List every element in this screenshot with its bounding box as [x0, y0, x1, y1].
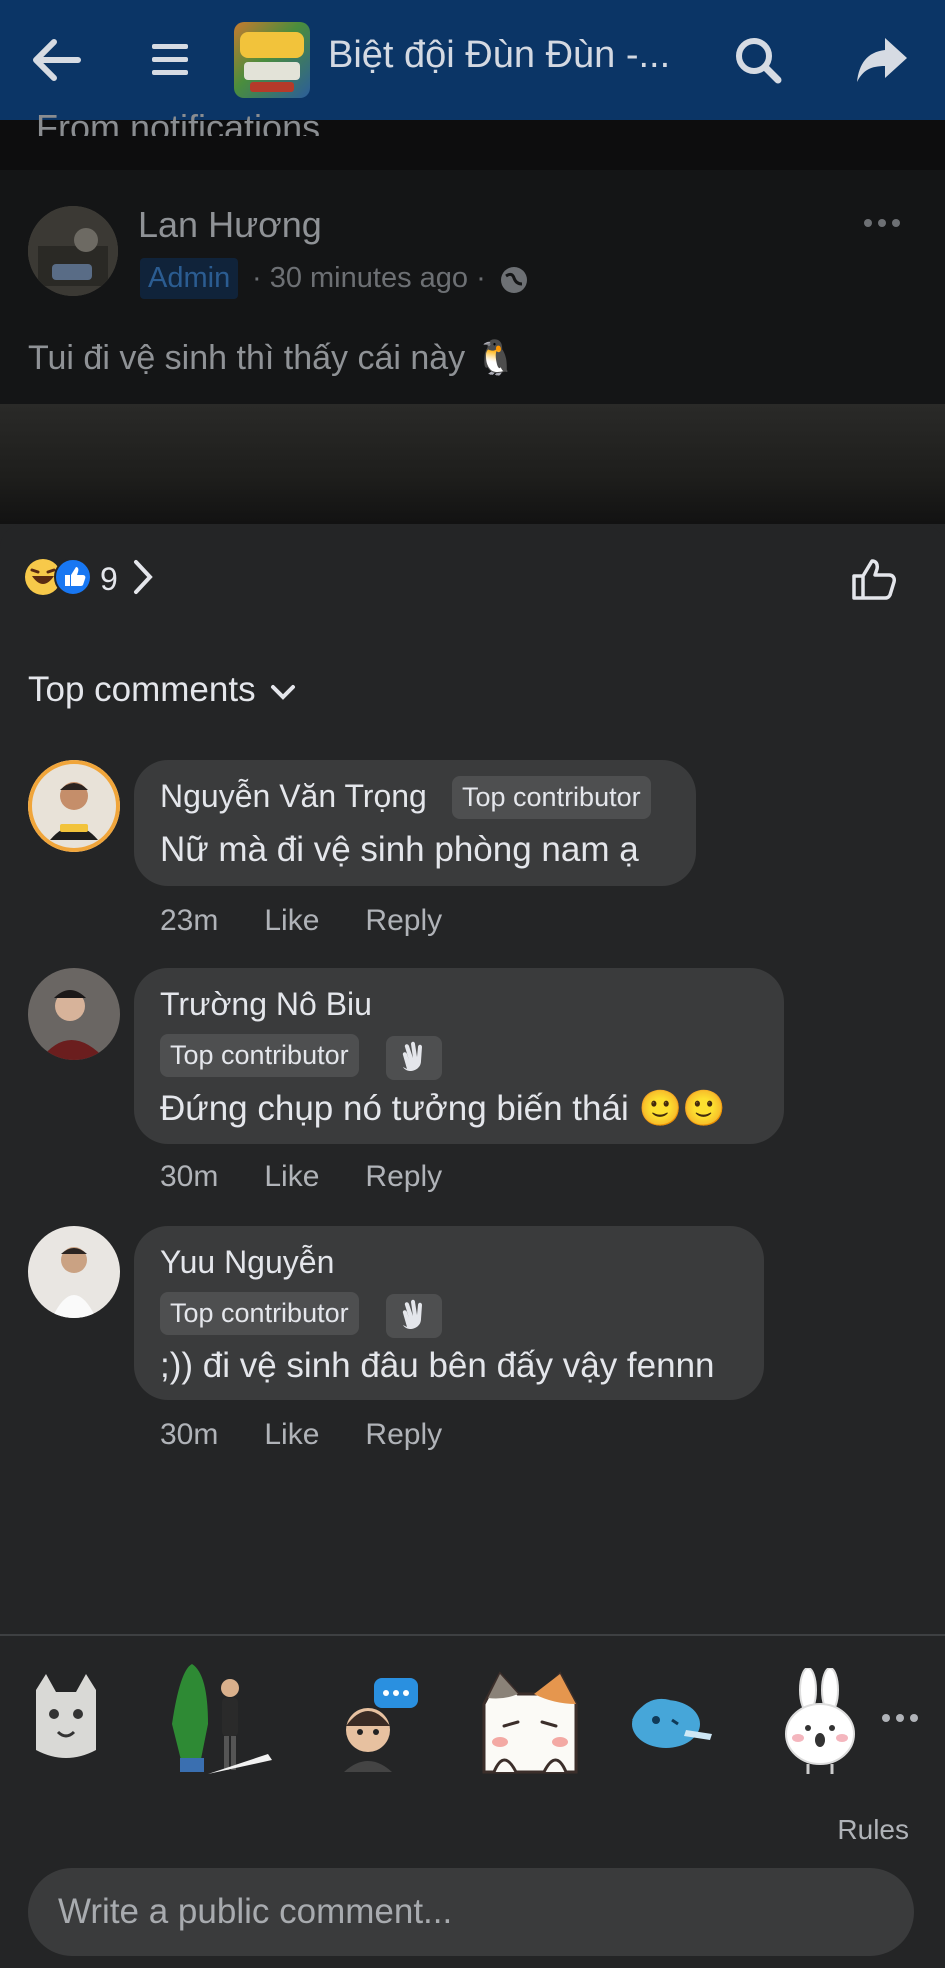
rules-link[interactable]: Rules — [837, 1814, 909, 1846]
from-notifications-label: From notifications — [36, 107, 321, 136]
post-timestamp: · 30 minutes ago · — [252, 262, 486, 294]
comment-time: 23m — [160, 904, 219, 937]
blue-creature-sticker[interactable] — [626, 1690, 716, 1754]
reaction-count: 9 — [100, 561, 118, 597]
group-title[interactable]: Biệt đội Đùn Đùn -... — [328, 34, 688, 77]
commenter-avatar[interactable] — [28, 1226, 120, 1318]
comment-time: 30m — [160, 1418, 219, 1451]
comment-author[interactable]: Nguyễn Văn Trọng — [160, 778, 427, 815]
comment-actions: 30m Like Reply — [160, 1160, 488, 1194]
post-photo-preview[interactable] — [0, 404, 945, 524]
back-arrow-icon[interactable] — [26, 30, 86, 90]
reply-link[interactable]: Reply — [365, 904, 442, 938]
composer-divider — [0, 1634, 945, 1636]
like-link[interactable]: Like — [264, 1418, 319, 1452]
reply-link[interactable]: Reply — [365, 1418, 442, 1452]
hamburger-menu-icon[interactable] — [146, 34, 194, 86]
bunny-sticker[interactable] — [778, 1668, 862, 1776]
post-author-name[interactable]: Lan Hương — [138, 204, 322, 246]
author-avatar[interactable] — [28, 206, 118, 296]
more-stickers-icon[interactable] — [880, 1708, 920, 1728]
top-comments-filter[interactable]: Top comments — [28, 670, 296, 710]
top-contributor-badge: Top contributor — [160, 1034, 359, 1077]
comment-input[interactable] — [28, 1868, 914, 1956]
post-text: Tui đi vệ sinh thì thấy cái này 🐧 — [28, 339, 517, 377]
waving-hand-icon — [386, 1294, 442, 1338]
admin-badge: Admin — [140, 258, 239, 299]
cat-sticker[interactable] — [28, 1670, 104, 1766]
comment-time: 30m — [160, 1160, 219, 1193]
waving-hand-icon — [386, 1036, 442, 1080]
plant-person-sticker[interactable] — [168, 1664, 276, 1776]
comment-author[interactable]: Trường Nô Biu — [160, 986, 372, 1023]
chevron-right-icon — [132, 558, 154, 601]
group-cover-thumbnail[interactable] — [234, 22, 310, 98]
like-link[interactable]: Like — [264, 1160, 319, 1194]
shy-cat-sticker[interactable] — [474, 1664, 586, 1776]
chevron-down-icon — [270, 670, 296, 710]
reactions-summary[interactable]: 9 — [24, 558, 154, 601]
comment-text: Nữ mà đi vệ sinh phòng nam ạ — [160, 830, 639, 869]
reply-link[interactable]: Reply — [365, 1160, 442, 1194]
post-more-options-icon[interactable] — [862, 216, 902, 234]
top-contributor-badge: Top contributor — [452, 776, 651, 819]
comment-actions: 30m Like Reply — [160, 1418, 488, 1452]
comment-text: Đứng chụp nó tưởng biến thái 🙂🙂 — [160, 1089, 726, 1128]
commenter-avatar[interactable] — [28, 968, 120, 1060]
share-icon[interactable] — [852, 30, 912, 90]
like-reaction-icon — [54, 558, 92, 601]
comment-author[interactable]: Yuu Nguyễn — [160, 1244, 334, 1281]
globe-icon — [500, 266, 528, 299]
top-comments-label: Top comments — [28, 670, 256, 709]
commenter-avatar[interactable] — [28, 760, 120, 852]
comment-text: ;)) đi vệ sinh đâu bên đấy vậy fennn — [160, 1346, 715, 1385]
like-button-icon[interactable] — [850, 556, 898, 607]
like-link[interactable]: Like — [264, 904, 319, 938]
avatar-chat-sticker[interactable] — [338, 1676, 422, 1772]
top-contributor-badge: Top contributor — [160, 1292, 359, 1335]
comment-actions: 23m Like Reply — [160, 904, 488, 938]
search-icon[interactable] — [728, 30, 788, 90]
